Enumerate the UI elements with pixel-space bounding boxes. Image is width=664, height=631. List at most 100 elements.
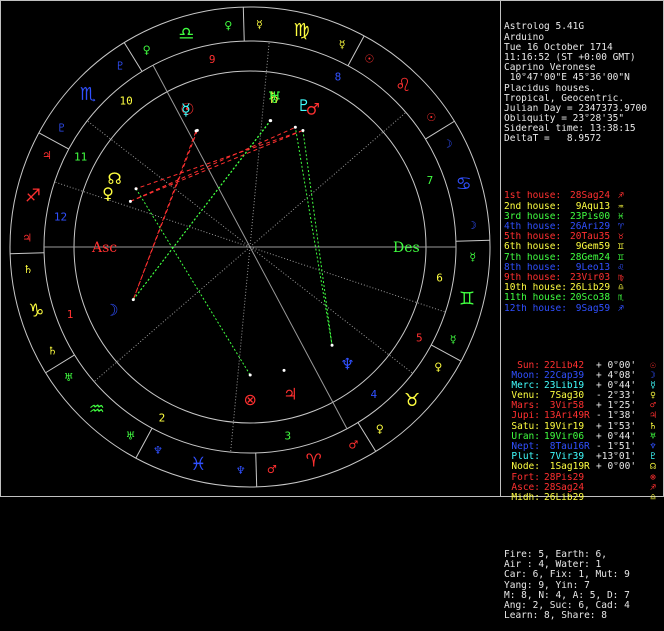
sign-ruler-icon: ☉ bbox=[365, 53, 375, 66]
planet-row: Venu: 7Sag30 - 2°33' ♀ bbox=[504, 391, 662, 401]
planet-position: 8Tau16R bbox=[544, 442, 590, 453]
house-sign-icon: ♍ bbox=[618, 272, 624, 283]
house-position: 9Leo13 bbox=[570, 262, 611, 273]
house-position: 28Sag24 bbox=[570, 191, 611, 202]
house-row: 1st house: 28Sag24 ♐ bbox=[504, 191, 662, 201]
planet-latitude: - 2°33' bbox=[596, 391, 637, 402]
planet-marker bbox=[248, 373, 252, 377]
planet-position: 22Lib42 bbox=[544, 360, 585, 371]
planet-latitude bbox=[596, 483, 646, 493]
house-label: 6th house: bbox=[504, 242, 562, 253]
house-row: 4th house: 26Ari29 ♈ bbox=[504, 222, 662, 232]
house-label: 4th house: bbox=[504, 222, 562, 233]
house-row: 5th house: 20Tau35 ♉ bbox=[504, 232, 662, 242]
house-row: 6th house: 9Gem59 ♊ bbox=[504, 242, 662, 252]
house-label: 8th house: bbox=[504, 262, 562, 273]
house-number: 10 bbox=[120, 94, 133, 107]
summary-line: Ang: 2, Suc: 6, Cad: 4 bbox=[504, 600, 630, 611]
sign-ruler-icon: ☽ bbox=[467, 219, 477, 232]
planet-marker bbox=[301, 128, 305, 132]
planet-marker bbox=[269, 119, 273, 123]
sign-boundary bbox=[123, 42, 143, 72]
planet-icon: ⊗ bbox=[244, 390, 257, 409]
house-sign-icon: ♒ bbox=[618, 201, 624, 212]
aspect-line bbox=[135, 188, 251, 376]
house-row: 3rd house: 23Pis00 ♓ bbox=[504, 212, 662, 222]
planet-glyph-icon: ♆ bbox=[650, 442, 656, 453]
house-cusp-line bbox=[249, 111, 407, 248]
house-label: 3rd house: bbox=[504, 211, 562, 222]
house-position: 28Gem24 bbox=[570, 252, 611, 263]
planet-marker bbox=[194, 129, 198, 133]
house-position: 26Ari29 bbox=[570, 222, 611, 233]
planet-name: Uran: bbox=[511, 431, 540, 442]
planet-latitude: - 1°38' bbox=[596, 411, 637, 422]
house-position: 20Tau35 bbox=[570, 232, 611, 243]
summary-line: Yang: 9, Yin: 7 bbox=[504, 580, 590, 591]
sign-ruler-icon: ☿ bbox=[256, 18, 263, 31]
planet-position: 13Ari49R bbox=[544, 411, 590, 422]
sign-ruler-icon: ☉ bbox=[426, 111, 436, 124]
house-row: 11th house: 20Sco38 ♏ bbox=[504, 293, 662, 303]
header-line: Placidus houses. bbox=[504, 83, 596, 94]
planet-position: 7Sag30 bbox=[544, 391, 585, 402]
house-row: 8th house: 9Leo13 ♌ bbox=[504, 263, 662, 273]
planet-row: Merc: 23Lib19 + 0°44' ☿ bbox=[504, 381, 662, 391]
house-sign-icon: ♓ bbox=[618, 211, 624, 222]
header-line: Caprino Veronese bbox=[504, 63, 596, 74]
planet-name: Node: bbox=[511, 462, 540, 473]
planet-name: Venu: bbox=[511, 391, 540, 402]
planet-glyph-icon: ♐ bbox=[650, 482, 656, 493]
planet-marker bbox=[128, 199, 132, 203]
planet-row: Plut: 7Vir39 +13°01' ♇ bbox=[504, 452, 662, 462]
sign-boundary bbox=[455, 239, 490, 242]
house-label: 10th house: bbox=[504, 283, 567, 294]
info-panel: Astrolog 5.41G Arduino Tue 16 October 1714… bbox=[504, 2, 662, 620]
planet-row: Fort: 28Pis29 ⊗ bbox=[504, 473, 662, 483]
sign-boundary bbox=[347, 35, 365, 67]
house-number: 5 bbox=[416, 331, 423, 344]
descendant-label: Des bbox=[393, 240, 420, 256]
aspect-line bbox=[132, 130, 197, 300]
sign-ruler-icon: ☿ bbox=[450, 333, 457, 346]
house-row: 10th house: 26Lib29 ♎ bbox=[504, 283, 662, 293]
house-sign-icon: ♎ bbox=[618, 283, 624, 294]
planet-position: 1Sag19R bbox=[544, 462, 590, 473]
planet-name: Mars: bbox=[511, 401, 540, 412]
planet-name: Fort: bbox=[511, 472, 540, 483]
planet-list: Sun: 22Lib42 + 0°00' ☉ Moon: 22Cap39 + 4°08' ☽ M… bbox=[504, 361, 662, 504]
planet-glyph-icon: ☽ bbox=[650, 370, 656, 381]
zodiac-sign-icon: ♒ bbox=[89, 399, 105, 420]
house-number: 12 bbox=[54, 210, 67, 223]
zodiac-sign-icon: ♌ bbox=[395, 75, 411, 96]
aspect-line bbox=[132, 120, 272, 300]
planet-glyph-icon: ♀ bbox=[650, 391, 656, 402]
sign-ruler-icon: ♂ bbox=[267, 463, 277, 476]
ascendant-label: Asc bbox=[91, 240, 117, 256]
header-line: Tropical, Geocentric. bbox=[504, 93, 625, 104]
planet-glyph-icon: ⊗ bbox=[650, 472, 656, 483]
house-row: 9th house: 23Vir03 ♍ bbox=[504, 273, 662, 283]
planet-latitude: + 0°44' bbox=[596, 431, 637, 442]
header-line: Astrolog 5.41G bbox=[504, 22, 585, 33]
planet-position: 26Lib29 bbox=[544, 492, 585, 503]
planet-icon: ♇ bbox=[297, 96, 311, 115]
planet-row: Sun: 22Lib42 + 0°00' ☉ bbox=[504, 361, 662, 371]
sign-ruler-icon: ☽ bbox=[443, 138, 453, 151]
house-sign-icon: ♉ bbox=[618, 232, 624, 243]
planet-icon: ☿ bbox=[181, 100, 191, 119]
house-sign-icon: ♈ bbox=[618, 222, 624, 233]
planet-glyph-icon: ♎ bbox=[650, 492, 656, 503]
planet-position: 19Vir19 bbox=[544, 421, 585, 432]
aspect-line bbox=[130, 126, 296, 202]
sign-ruler-icon: ♄ bbox=[23, 263, 33, 276]
planet-glyph-icon: ☉ bbox=[650, 360, 656, 371]
sign-boundary bbox=[430, 344, 462, 362]
panel-divider bbox=[500, 0, 501, 497]
summary-line: Fire: 5, Earth: 6, bbox=[504, 549, 607, 560]
planet-latitude bbox=[596, 493, 646, 503]
chart-wheel: ♈♂♂♉♀♀♊☿☿♋☽☽♌☉☉♍☿☿♎ ♀♀♏♇♇♐♃♃♑♄♄♒♅♅♓♆♆ 123… bbox=[9, 6, 491, 488]
zodiac-sign-icon: ♓ bbox=[190, 454, 206, 475]
zodiac-sign-icon: ♊ bbox=[459, 289, 475, 310]
planet-name: Midh: bbox=[511, 492, 540, 503]
